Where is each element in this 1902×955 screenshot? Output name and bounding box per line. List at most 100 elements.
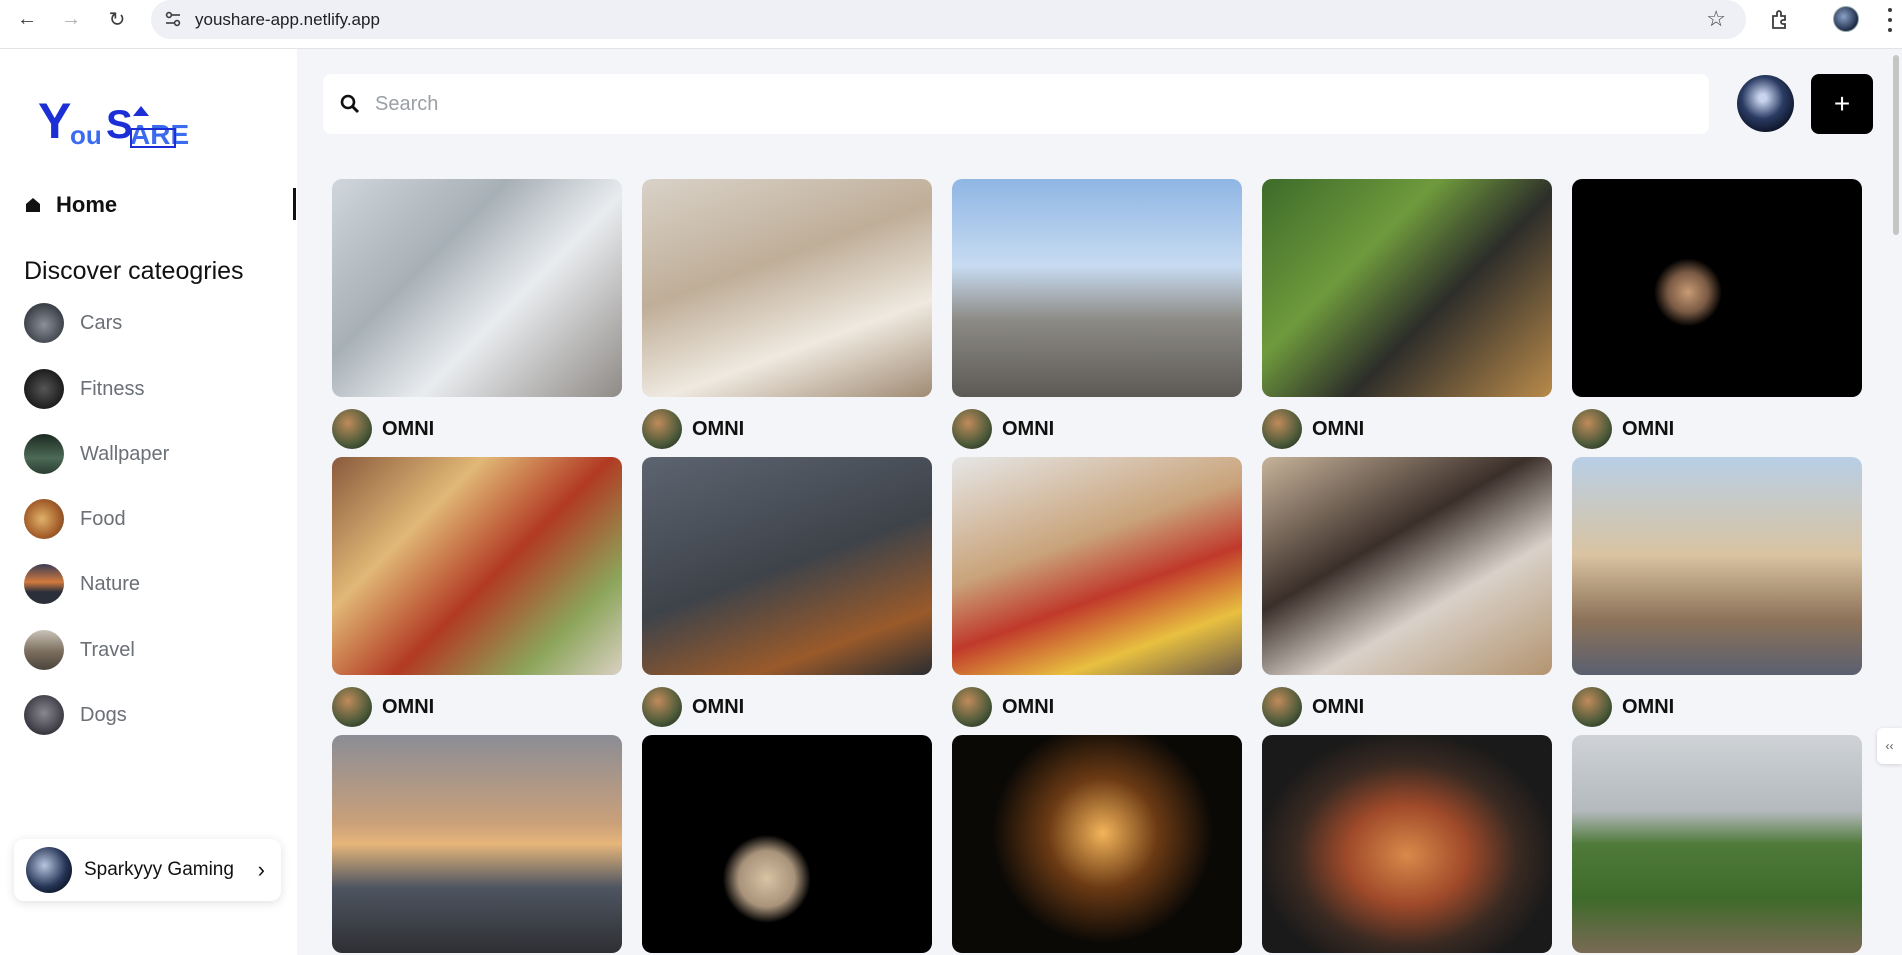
sidebar: Y ou S ARE Home Discover cateogries Cars… [0, 49, 297, 955]
address-bar[interactable]: youshare-app.netlify.app ☆ [151, 0, 1746, 39]
pin-card[interactable]: OMNI [1572, 179, 1862, 449]
pin-card[interactable] [642, 735, 932, 953]
pin-card[interactable]: OMNI [952, 179, 1242, 449]
pin-card[interactable]: OMNI [642, 179, 932, 449]
sidebar-item-label: Fitness [80, 377, 145, 400]
avatar [26, 847, 72, 893]
avatar [332, 687, 372, 727]
author-name: OMNI [1622, 695, 1675, 718]
category-thumbnail [24, 630, 64, 670]
pin-author[interactable]: OMNI [952, 687, 1054, 727]
pin-card[interactable]: OMNI [1262, 179, 1552, 449]
pin-card[interactable] [332, 735, 622, 953]
category-thumbnail [24, 695, 64, 735]
page-scrollbar[interactable] [1893, 55, 1899, 235]
sidebar-item-fitness[interactable]: Fitness [24, 369, 144, 409]
avatar [952, 409, 992, 449]
sidebar-item-wallpaper[interactable]: Wallpaper [24, 434, 169, 474]
category-thumbnail [24, 434, 64, 474]
browser-menu-icon[interactable] [1887, 8, 1893, 32]
pin-image[interactable] [952, 457, 1242, 675]
pin-image[interactable] [1572, 457, 1862, 675]
pin-author[interactable]: OMNI [1572, 409, 1674, 449]
pin-card[interactable]: OMNI [1262, 457, 1552, 727]
author-name: OMNI [692, 695, 745, 718]
pin-author[interactable]: OMNI [1262, 687, 1364, 727]
avatar [1572, 409, 1612, 449]
pin-author[interactable]: OMNI [952, 409, 1054, 449]
sidebar-item-dogs[interactable]: Dogs [24, 695, 127, 735]
avatar [952, 687, 992, 727]
pin-author[interactable]: OMNI [332, 409, 434, 449]
pin-image[interactable] [952, 735, 1242, 953]
sidebar-item-label: Home [56, 192, 118, 217]
category-thumbnail [24, 369, 64, 409]
sidebar-item-nature[interactable]: Nature [24, 564, 140, 604]
forward-icon[interactable]: → [58, 6, 84, 32]
active-indicator [293, 188, 296, 220]
pin-author[interactable]: OMNI [642, 687, 744, 727]
extensions-icon[interactable] [1768, 7, 1794, 33]
svg-text:S: S [106, 103, 133, 147]
add-pin-button[interactable]: + [1811, 74, 1873, 134]
browser-toolbar: ← → ↻ youshare-app.netlify.app ☆ [0, 0, 1902, 49]
pin-card[interactable] [1262, 735, 1552, 953]
pin-author[interactable]: OMNI [642, 409, 744, 449]
category-thumbnail [24, 303, 64, 343]
reload-icon[interactable]: ↻ [104, 6, 130, 32]
site-settings-icon[interactable] [163, 9, 183, 29]
author-name: OMNI [692, 417, 745, 440]
author-name: OMNI [1622, 417, 1675, 440]
home-icon [26, 198, 40, 212]
search-input[interactable] [375, 92, 1675, 116]
pin-author[interactable]: OMNI [332, 687, 434, 727]
avatar[interactable] [1737, 75, 1794, 132]
pin-author[interactable]: OMNI [1572, 687, 1674, 727]
browser-profile-avatar[interactable] [1833, 6, 1859, 32]
youshare-logo[interactable]: Y ou S ARE [38, 94, 198, 154]
sidebar-item-label: Dogs [80, 703, 127, 726]
avatar [1262, 687, 1302, 727]
sidebar-item-cars[interactable]: Cars [24, 303, 122, 343]
sidebar-item-food[interactable]: Food [24, 499, 126, 539]
pin-card[interactable] [1572, 735, 1862, 953]
sidebar-item-home[interactable]: Home [24, 192, 117, 218]
pin-image[interactable] [1572, 735, 1862, 953]
avatar [1572, 687, 1612, 727]
category-thumbnail [24, 564, 64, 604]
pin-card[interactable]: OMNI [332, 179, 622, 449]
pin-image[interactable] [1262, 735, 1552, 953]
pin-image[interactable] [642, 457, 932, 675]
pin-image[interactable] [642, 179, 932, 397]
author-name: OMNI [382, 417, 435, 440]
pin-image[interactable] [332, 735, 622, 953]
chevron-right-icon: › [257, 857, 265, 882]
back-icon[interactable]: ← [14, 6, 40, 32]
pin-image[interactable] [1262, 179, 1552, 397]
pin-image[interactable] [1262, 457, 1552, 675]
discover-heading: Discover cateogries [24, 257, 244, 285]
author-name: OMNI [1002, 695, 1055, 718]
pin-card[interactable]: OMNI [642, 457, 932, 727]
side-panel-toggle-icon[interactable]: ‹‹ [1877, 728, 1902, 764]
main-content: + OMNI OMNI OMNI [297, 49, 1902, 955]
author-name: OMNI [382, 695, 435, 718]
pin-card[interactable]: OMNI [1572, 457, 1862, 727]
pin-image[interactable] [332, 457, 622, 675]
avatar [1262, 409, 1302, 449]
pin-card[interactable] [952, 735, 1242, 953]
pin-card[interactable]: OMNI [952, 457, 1242, 727]
pin-image[interactable] [332, 179, 622, 397]
pin-card[interactable]: OMNI [332, 457, 622, 727]
pin-image[interactable] [642, 735, 932, 953]
pin-image[interactable] [1572, 179, 1862, 397]
pin-image[interactable] [952, 179, 1242, 397]
pin-author[interactable]: OMNI [1262, 409, 1364, 449]
author-name: OMNI [1312, 695, 1365, 718]
bookmark-star-icon[interactable]: ☆ [1706, 6, 1726, 32]
svg-text:Y: Y [38, 94, 71, 149]
sidebar-item-travel[interactable]: Travel [24, 630, 135, 670]
user-profile-card[interactable]: Sparkyyy Gaming › [14, 839, 281, 901]
user-name: Sparkyyy Gaming [84, 859, 234, 880]
search-bar[interactable] [323, 74, 1709, 134]
